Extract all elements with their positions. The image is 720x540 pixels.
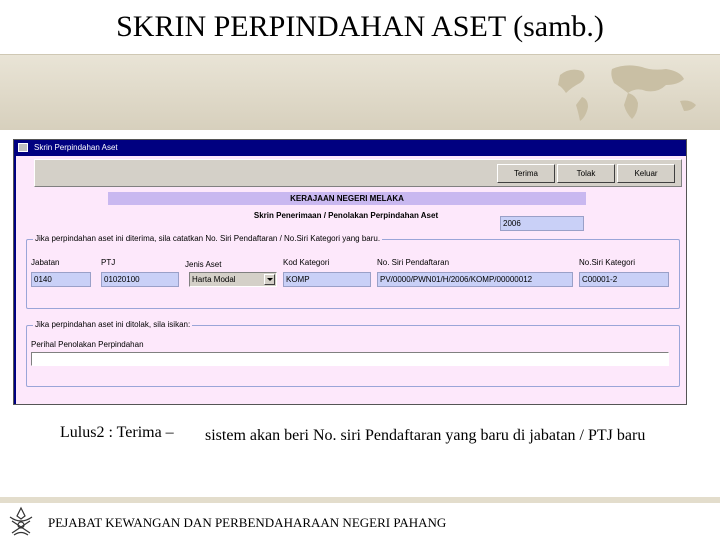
- no-siri-kategori-field[interactable]: C00001-2: [579, 272, 669, 287]
- form-subheader: Skrin Penerimaan / Penolakan Perpindahan…: [253, 211, 439, 220]
- slide-title: SKRIN PERPINDAHAN ASET (samb.): [116, 10, 604, 43]
- ptj-field[interactable]: 01020100: [101, 272, 179, 287]
- no-siri-pendaftaran-field[interactable]: PV/0000/PWN01/H/2006/KOMP/00000012: [377, 272, 573, 287]
- penolakan-label: Perihal Penolakan Perpindahan: [31, 340, 144, 349]
- jenis-aset-select[interactable]: Harta Modal: [189, 272, 277, 287]
- kod-kategori-label: Kod Kategori: [283, 258, 330, 267]
- form-area: Terima Tolak Keluar KERAJAAN NEGERI MELA…: [16, 156, 686, 404]
- accept-group: Jika perpindahan aset ini diterima, sila…: [26, 234, 680, 309]
- jabatan-field[interactable]: 0140: [31, 272, 91, 287]
- decorative-banner: [0, 54, 720, 130]
- world-map-icon: [558, 65, 696, 121]
- reject-group-legend: Jika perpindahan aset ini ditolak, sila …: [33, 320, 193, 329]
- app-window: Skrin Perpindahan Aset Terima Tolak Kelu…: [13, 139, 687, 405]
- accept-group-legend: Jika perpindahan aset ini diterima, sila…: [33, 234, 383, 243]
- no-siri-pendaftaran-label: No. Siri Pendaftaran: [377, 258, 450, 267]
- toolbar: Terima Tolak Keluar: [34, 159, 682, 187]
- chevron-down-icon[interactable]: [264, 274, 275, 285]
- penolakan-input[interactable]: [31, 352, 669, 366]
- year-field[interactable]: 2006: [500, 216, 584, 231]
- terima-button[interactable]: Terima: [497, 164, 555, 183]
- jabatan-label: Jabatan: [31, 258, 60, 267]
- no-siri-kategori-label: No.Siri Kategori: [579, 258, 636, 267]
- tolak-button[interactable]: Tolak: [557, 164, 615, 183]
- ptj-label: PTJ: [101, 258, 116, 267]
- jenis-aset-label: Jenis Aset: [185, 260, 222, 269]
- note-text: sistem akan beri No. siri Pendaftaran ya…: [205, 427, 646, 444]
- app-icon: [18, 143, 28, 152]
- window-titlebar: Skrin Perpindahan Aset: [14, 140, 686, 156]
- keluar-button[interactable]: Keluar: [617, 164, 675, 183]
- kod-kategori-field[interactable]: KOMP: [283, 272, 371, 287]
- crest-icon: [9, 506, 33, 536]
- form-header: KERAJAAN NEGERI MELAKA: [108, 192, 586, 205]
- reject-group: Jika perpindahan aset ini ditolak, sila …: [26, 320, 680, 387]
- footer-divider: [0, 497, 720, 503]
- window-title: Skrin Perpindahan Aset: [34, 143, 118, 152]
- jenis-aset-value: Harta Modal: [192, 275, 236, 284]
- footer-text: PEJABAT KEWANGAN DAN PERBENDAHARAAN NEGE…: [48, 515, 447, 530]
- note-label: Lulus2 : Terima –: [60, 424, 174, 441]
